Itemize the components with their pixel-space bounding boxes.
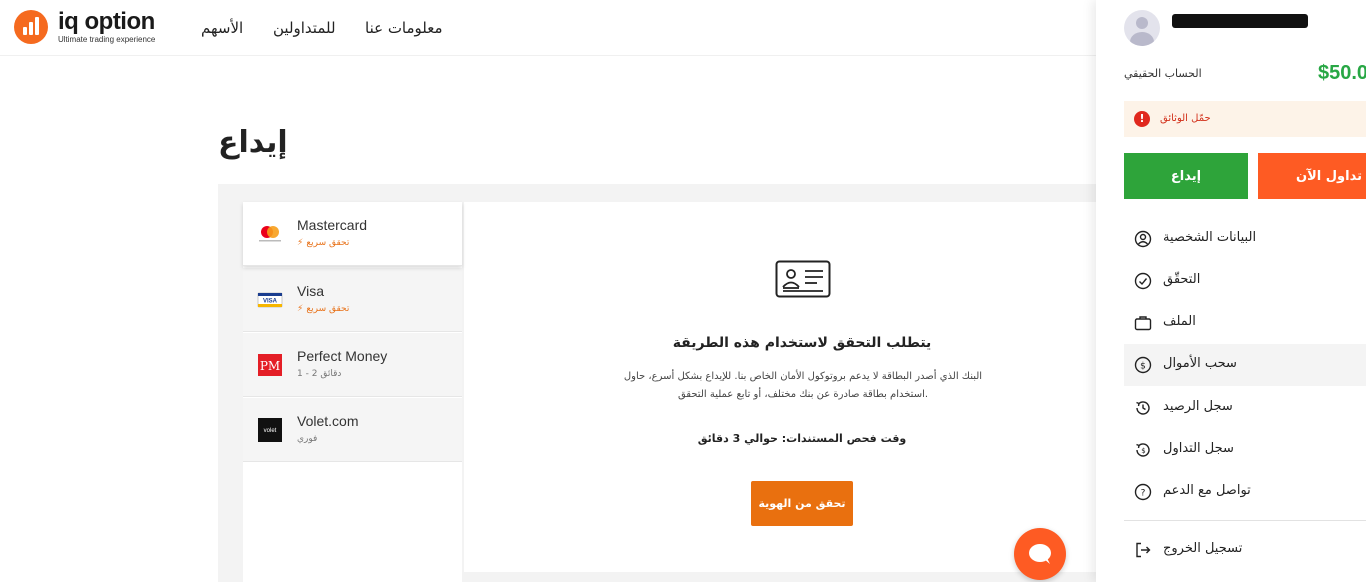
redacted-username [1172,14,1308,28]
upload-documents-text[interactable]: حمّل الوثائق [1160,113,1211,124]
document-check-time: وقت فحص المستندات: حوالي 3 دقائق [697,432,907,445]
menu-item-verification[interactable]: التحقّق [1124,260,1366,302]
logo-title: iq option [58,8,155,35]
menu-label: الملف [1163,314,1196,329]
menu-label: التحقّق [1163,272,1201,287]
iq-option-logo[interactable]: iq option Ultimate trading experience [14,10,155,44]
help-icon: ? [1134,483,1152,501]
menu-item-personal-data[interactable]: البيانات الشخصية [1124,218,1366,260]
volet-icon: volet [257,418,283,442]
id-card-icon [775,260,831,302]
page-title: إيداع [218,125,288,160]
nav-stocks[interactable]: الأسهم [201,19,243,37]
trade-history-icon: $ [1136,443,1150,457]
lightning-icon: ⚡ [297,238,304,248]
menu-item-support[interactable]: ? تواصل مع الدعم [1124,471,1366,513]
visa-icon: VISA [257,290,283,310]
mastercard-icon [257,224,283,244]
nav-about[interactable]: معلومات عنا [365,19,443,37]
payment-method-visa[interactable]: VISA Visa ⚡ تحقق سريع [243,268,462,332]
menu-label: سحب الأموال [1163,356,1237,371]
menu-item-withdraw[interactable]: $ سحب الأموال [1124,344,1366,386]
history-icon [1136,401,1150,415]
method-name: Perfect Money [297,348,388,364]
verification-required-title: يتطلب التحقق لاستخدام هذه الطريقة [672,335,932,351]
payment-method-volet[interactable]: volet Volet.com فوري [243,398,462,462]
svg-text:$: $ [1141,447,1145,455]
briefcase-icon [1134,316,1152,331]
nav-traders[interactable]: للمتداولين [273,19,336,37]
menu-divider [1124,520,1366,521]
svg-text:PM: PM [260,359,280,373]
deposit-page: iq option Ultimate trading experience ال… [0,0,1366,582]
perfect-money-icon: PM [257,354,283,376]
method-subtitle: ⚡ تحقق سريع [297,238,350,248]
alert-icon: ! [1134,111,1150,127]
method-subtitle: فوري [297,434,318,444]
method-name: Visa [297,283,324,299]
trade-now-button[interactable]: تداول الآن [1258,153,1366,199]
logo-subtitle: Ultimate trading experience [58,35,156,44]
menu-item-trade-history[interactable]: $ سجل التداول [1124,429,1366,471]
avatar[interactable] [1124,10,1160,46]
menu-label: سجل التداول [1163,441,1234,456]
payment-method-perfect-money[interactable]: PM Perfect Money دقائق 2 - 1 [243,333,462,397]
svg-text:VISA: VISA [263,299,278,305]
menu-label: تواصل مع الدعم [1163,483,1251,498]
menu-label: تسجيل الخروج [1163,541,1243,556]
payment-method-mastercard[interactable]: Mastercard ⚡ تحقق سريع [243,202,462,266]
logout-icon [1136,542,1151,558]
menu-label: سجل الرصيد [1163,399,1233,414]
verification-description: البنك الذي أصدر البطاقة لا يدعم بروتوكول… [623,371,983,400]
svg-text:$: $ [1140,362,1146,372]
method-subtitle: دقائق 2 - 1 [297,369,342,379]
account-balance: $50.0 [1318,62,1366,84]
verify-identity-button[interactable]: تحقق من الهوية [751,481,853,526]
menu-item-balance-history[interactable]: سجل الرصيد [1124,387,1366,429]
method-name: Mastercard [297,217,368,233]
chat-bubble-icon [1029,544,1051,564]
dollar-circle-icon: $ [1134,356,1152,374]
lightning-icon: ⚡ [297,304,304,314]
svg-text:volet: volet [264,428,277,434]
method-subtitle: ⚡ تحقق سريع [297,304,350,314]
method-name: Volet.com [297,413,359,429]
account-type-label: الحساب الحقيقي [1124,67,1202,80]
logo-bars-icon [14,10,48,44]
deposit-button[interactable]: إيداع [1124,153,1248,199]
chat-button[interactable] [1014,528,1066,580]
user-icon [1134,230,1152,248]
menu-item-portfolio[interactable]: الملف [1124,302,1366,344]
menu-label: البيانات الشخصية [1163,230,1257,245]
svg-text:?: ? [1141,489,1146,499]
menu-item-logout[interactable]: تسجيل الخروج [1124,529,1366,571]
check-circle-icon [1134,272,1152,290]
